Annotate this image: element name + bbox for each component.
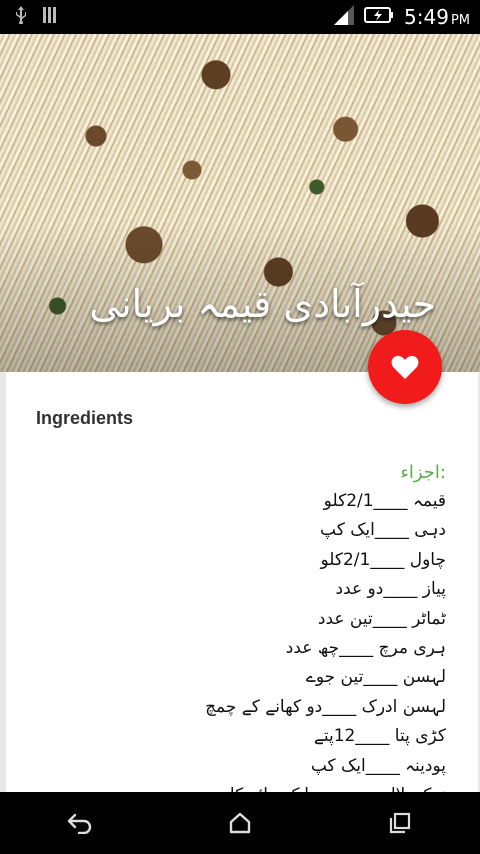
ingredient-item: کڑی پتا ____12پتے xyxy=(313,726,446,747)
clock-ampm: PM xyxy=(450,13,470,28)
home-icon xyxy=(229,812,251,834)
ingredient-item: پودینہ ____ایک کپ xyxy=(310,755,446,776)
back-button[interactable] xyxy=(50,803,110,843)
sim-icon xyxy=(42,6,58,28)
ingredient-item: دہی ____ایک کپ xyxy=(320,520,446,541)
ingredient-item: لہسن ادرک ____دو کھانے کے چمچ xyxy=(205,696,446,717)
ingredients-list: :اجزاء قیمہ ____2/1کلو دہی ____ایک کپ چا… xyxy=(26,458,446,792)
signal-icon xyxy=(332,5,355,29)
heart-icon xyxy=(391,355,419,379)
battery-charging-icon xyxy=(364,6,394,28)
recents-icon xyxy=(389,812,411,834)
recipe-hero-image: حیدرآبادی قیمہ بریانی xyxy=(0,34,480,374)
usb-icon xyxy=(14,6,28,28)
content-area: Ingredients :اجزاء قیمہ ____2/1کلو دہی _… xyxy=(0,372,480,792)
ingredient-item: پیاز ____دو عدد xyxy=(335,579,446,600)
clock: 5:49 PM xyxy=(404,5,470,29)
ingredient-item: نمک ،لال مرچ ____ایک چائے کا چمچ xyxy=(26,781,446,792)
ingredient-item: لہسن ____تین جوے xyxy=(305,667,446,688)
recents-button[interactable] xyxy=(370,803,430,843)
recipe-title: حیدرآبادی قیمہ بریانی xyxy=(89,282,436,326)
ingredients-heading: Ingredients xyxy=(36,408,134,428)
home-button[interactable] xyxy=(210,803,270,843)
ingredient-item: قیمہ ____2/1کلو xyxy=(323,491,446,511)
ingredients-list-label: :اجزاء xyxy=(400,462,446,483)
back-icon xyxy=(67,813,92,834)
status-bar: 5:49 PM xyxy=(0,0,480,34)
clock-time: 5:49 xyxy=(404,5,449,29)
ingredient-item: چاول ____2/1کلو xyxy=(320,549,446,570)
ingredients-card: Ingredients :اجزاء قیمہ ____2/1کلو دہی _… xyxy=(6,372,478,792)
ingredient-item: ہری مرچ ____چھ عدد xyxy=(285,638,446,659)
favorite-button[interactable] xyxy=(368,330,442,404)
ingredient-item: ٹماٹر ____تین عدد xyxy=(317,608,446,629)
navigation-bar xyxy=(0,792,480,854)
